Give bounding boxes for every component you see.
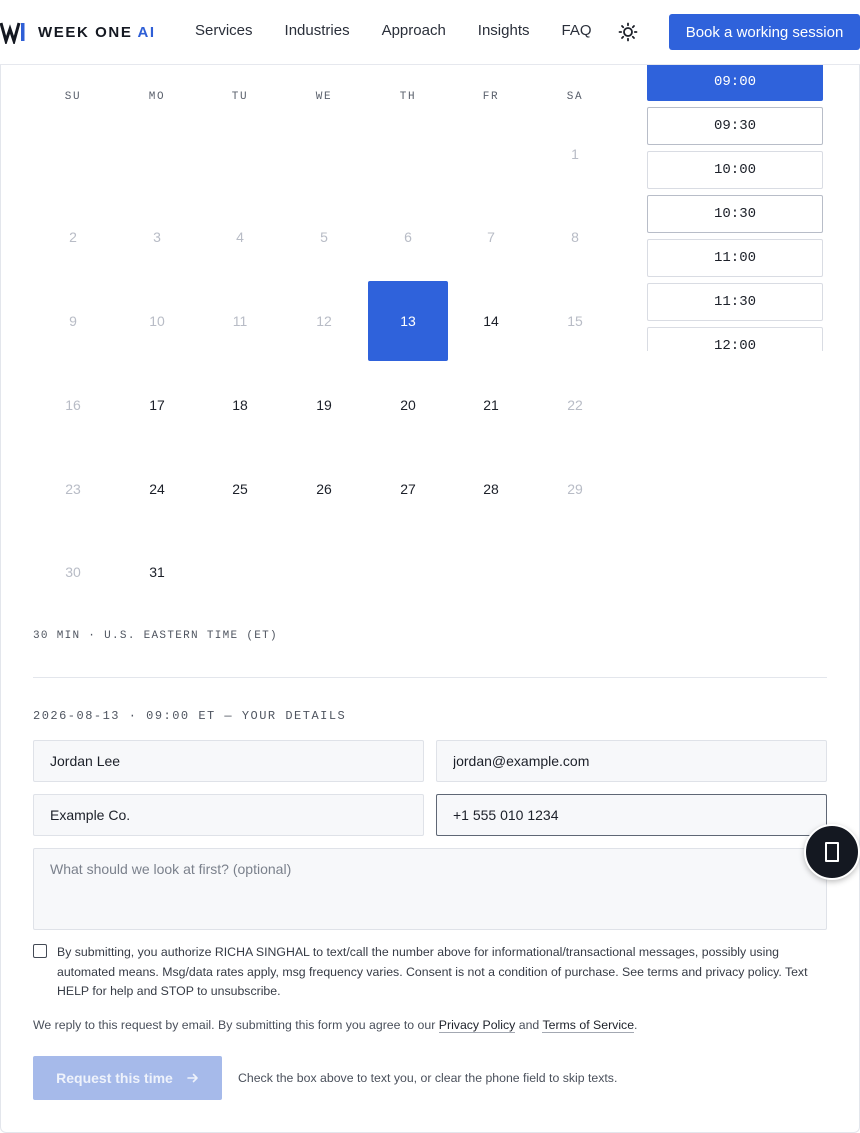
terms-of-service-link[interactable]: Terms of Service — [542, 1018, 635, 1033]
sun-icon[interactable] — [618, 22, 638, 42]
time-slot[interactable]: 10:00 — [647, 151, 823, 189]
phone-field[interactable] — [436, 794, 827, 836]
calendar-day[interactable]: 31 — [117, 532, 197, 612]
section-divider — [33, 677, 827, 678]
nav-industries[interactable]: Industries — [285, 22, 350, 39]
calendar-day[interactable]: 20 — [368, 365, 448, 445]
calendar-day: 7 — [487, 229, 495, 245]
request-time-button[interactable]: Request this time — [33, 1056, 222, 1100]
nav-services[interactable]: Services — [195, 22, 253, 39]
privacy-policy-link[interactable]: Privacy Policy — [438, 1018, 516, 1033]
calendar-day: 4 — [236, 229, 244, 245]
sms-consent-text: By submitting, you authorize RICHA SINGH… — [57, 945, 808, 998]
nav-insights[interactable]: Insights — [478, 22, 530, 39]
time-slot[interactable]: 11:30 — [647, 283, 823, 321]
sms-consent-checkbox[interactable] — [33, 944, 47, 958]
nav-approach[interactable]: Approach — [382, 22, 446, 39]
submit-hint: Check the box above to text you, or clea… — [238, 1071, 618, 1085]
calendar-day: 29 — [567, 481, 583, 497]
legal-suffix: . — [634, 1018, 638, 1032]
brand-logo[interactable]: WEEK ONE AI — [0, 20, 156, 44]
time-slot[interactable]: 11:00 — [647, 239, 823, 277]
chat-widget-button[interactable] — [804, 824, 860, 880]
main-nav: Services Industries Approach Insights FA… — [195, 22, 624, 39]
time-slot[interactable]: 10:30 — [647, 195, 823, 233]
calendar-day: 12 — [316, 313, 332, 329]
calendar-day[interactable]: 25 — [200, 449, 280, 529]
weekday-tu: TU — [231, 91, 249, 103]
calendar-day[interactable]: 26 — [284, 449, 364, 529]
calendar-day-selected[interactable]: 13 — [368, 281, 448, 361]
nav-faq[interactable]: FAQ — [562, 22, 592, 39]
weekday-mo: MO — [148, 91, 166, 103]
name-field[interactable] — [33, 740, 424, 782]
site-header: WEEK ONE AI Services Industries Approach … — [0, 0, 860, 65]
time-slot[interactable]: 09:30 — [647, 107, 823, 145]
calendar-day: 30 — [65, 564, 81, 580]
calendar-day: 1 — [571, 146, 579, 162]
calendar-day: 9 — [69, 313, 77, 329]
calendar-day: 10 — [149, 313, 165, 329]
legal-prefix: We reply to this request by email. By su… — [33, 1018, 436, 1032]
calendar-day: 16 — [65, 397, 81, 413]
calendar-day[interactable]: 24 — [117, 449, 197, 529]
calendar-day: 15 — [567, 313, 583, 329]
legal-and: and — [518, 1018, 540, 1032]
time-slot[interactable]: 12:00 — [647, 327, 823, 351]
notes-field[interactable] — [33, 848, 827, 930]
time-slot-selected[interactable]: 09:00 — [647, 65, 823, 101]
email-field[interactable] — [436, 740, 827, 782]
calendar-day: 22 — [567, 397, 583, 413]
company-field[interactable] — [33, 794, 424, 836]
calendar-day: 2 — [69, 229, 77, 245]
details-heading: 2026-08-13 · 09:00 ET — YOUR DETAILS — [33, 709, 347, 723]
calendar-day: 3 — [153, 229, 161, 245]
calendar-day: 11 — [232, 313, 248, 329]
request-time-label: Request this time — [56, 1070, 173, 1086]
calendar-day[interactable]: 27 — [368, 449, 448, 529]
chat-widget-icon — [825, 842, 839, 862]
calendar-day[interactable]: 19 — [284, 365, 364, 445]
logo-mark-icon — [0, 22, 25, 44]
weekday-we: WE — [315, 91, 333, 103]
calendar-day[interactable]: 28 — [451, 449, 531, 529]
weekday-sa: SA — [566, 91, 584, 103]
calendar-day[interactable]: 18 — [200, 365, 280, 445]
brand-name: WEEK ONE AI — [38, 23, 156, 41]
timezone-note: 30 MIN · U.S. EASTERN TIME (ET) — [33, 630, 278, 642]
calendar-day[interactable]: 14 — [451, 281, 531, 361]
calendar-day[interactable]: 21 — [451, 365, 531, 445]
weekday-th: TH — [399, 91, 417, 103]
calendar-day: 23 — [65, 481, 81, 497]
calendar-day[interactable]: 17 — [117, 365, 197, 445]
legal-notice: We reply to this request by email. By su… — [33, 1018, 638, 1033]
time-slot-list[interactable]: 09:00 09:30 10:00 10:30 11:00 11:30 12:00 — [647, 65, 823, 351]
weekday-fr: FR — [482, 91, 500, 103]
calendar-day: 8 — [571, 229, 579, 245]
brand-accent: AI — [137, 23, 156, 41]
calendar-day: 5 — [320, 229, 328, 245]
calendar-day: 6 — [404, 229, 412, 245]
arrow-right-icon — [187, 1073, 198, 1083]
book-session-button[interactable]: Book a working session — [669, 14, 860, 50]
weekday-su: SU — [64, 91, 82, 103]
